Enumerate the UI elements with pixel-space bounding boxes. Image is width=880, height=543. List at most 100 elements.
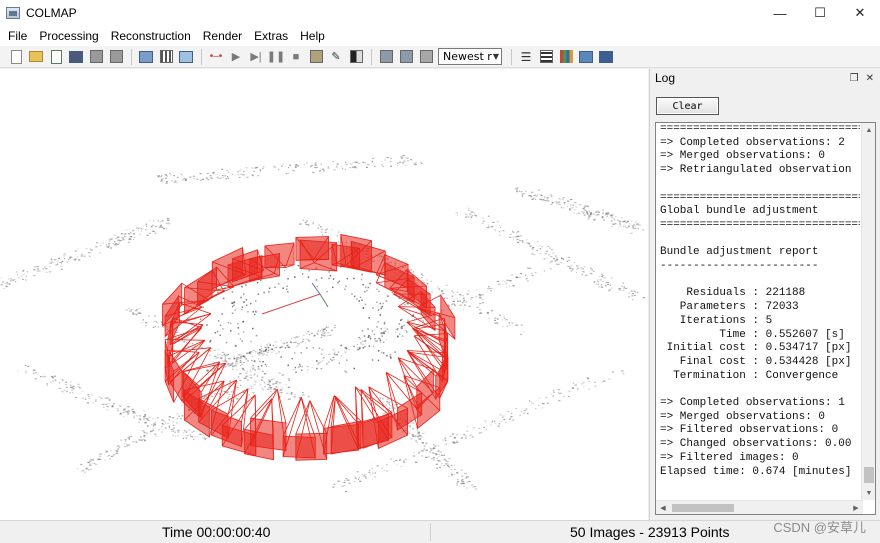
log-line: => Filtered images: 0 <box>660 451 799 464</box>
log-line: Elapsed time: 0.674 [minutes] <box>660 465 852 478</box>
log-line: Global bundle adjustment <box>660 205 819 218</box>
clear-button[interactable]: Clear <box>656 97 719 115</box>
log-line: Termination : Convergence <box>660 369 839 382</box>
close-icon: ✕ <box>854 5 866 20</box>
menu-file[interactable]: File <box>2 26 33 46</box>
window-title: COLMAP <box>26 6 77 20</box>
minimize-button[interactable]: — <box>760 0 800 26</box>
toolbar-separator <box>371 48 372 65</box>
log-line: Final cost : 0.534428 [px] <box>660 355 852 368</box>
minimize-icon: — <box>773 5 787 21</box>
log-line: Initial cost : 0.534717 [px] <box>660 342 852 355</box>
play-icon[interactable]: ▶ <box>228 49 244 65</box>
scroll-up-icon[interactable]: ▲ <box>862 123 875 137</box>
reconstruction-select-value: Newest r <box>443 50 492 63</box>
bundle-adjustment-icon[interactable]: ✎ <box>328 49 344 65</box>
model-viewer[interactable] <box>0 69 648 520</box>
scroll-thumb[interactable] <box>864 467 874 483</box>
dense-icon[interactable] <box>348 49 364 65</box>
reconstruction-select[interactable]: Newest r ▼ <box>438 48 502 65</box>
scene-center <box>261 282 329 315</box>
menu-render[interactable]: Render <box>197 26 248 46</box>
database-icon[interactable] <box>178 49 194 65</box>
scroll-thumb[interactable] <box>672 504 734 512</box>
camera-frustum <box>282 435 316 459</box>
window-controls: — ☐ ✕ <box>760 0 880 26</box>
camera-frustum <box>184 269 213 315</box>
feature-matching-icon[interactable] <box>158 49 174 65</box>
reset-icon[interactable]: ■ <box>288 49 304 65</box>
float-icon[interactable]: ❐ <box>850 73 859 84</box>
log-line: Iterations : 5 <box>660 314 773 327</box>
chevron-down-icon: ▼ <box>492 52 499 61</box>
match-matrix-icon[interactable] <box>538 49 554 65</box>
camera-frustum <box>350 240 386 276</box>
title-bar: COLMAP — ☐ ✕ <box>0 0 880 26</box>
import-icon[interactable] <box>88 49 104 65</box>
grab-image-icon[interactable] <box>418 49 434 65</box>
scroll-left-icon[interactable]: ◀ <box>656 501 670 514</box>
status-bar: Time 00:00:00:40 50 Images - 23913 Point… <box>0 520 880 543</box>
log-panel: Log ❐ ✕ Clear ==========================… <box>649 69 880 520</box>
log-line: => Filtered observations: 0 <box>660 424 839 437</box>
menu-extras[interactable]: Extras <box>248 26 294 46</box>
feature-extraction-icon[interactable] <box>138 49 154 65</box>
log-line: => Completed observations: 1 <box>660 397 845 410</box>
log-lines: ================================ => Compl… <box>660 123 860 479</box>
maximize-icon: ☐ <box>814 5 826 20</box>
status-image-point-count: 50 Images - 23913 Points <box>570 524 730 540</box>
reconstruction-stats-icon[interactable] <box>558 49 574 65</box>
new-project-icon[interactable] <box>8 49 24 65</box>
log-line: Parameters : 72033 <box>660 301 799 314</box>
render-icon[interactable] <box>378 49 394 65</box>
log-icon[interactable]: ☰ <box>518 49 534 65</box>
colmap-app-icon <box>6 7 20 19</box>
database-management-icon[interactable] <box>578 49 594 65</box>
pause-icon[interactable]: ❚❚ <box>267 49 285 65</box>
toolbar: •–• ▶ ▶| ❚❚ ■ ✎ Newest r ▼ ☰ <box>0 46 880 68</box>
maximize-button[interactable]: ☐ <box>800 0 840 26</box>
log-line: ================================ <box>660 191 860 204</box>
reconstruction-start-icon[interactable]: •–• <box>208 49 224 65</box>
scroll-down-icon[interactable]: ▼ <box>862 486 875 500</box>
log-line: Residuals : 221188 <box>660 287 806 300</box>
reconstruction-canvas[interactable] <box>0 69 648 520</box>
toolbar-separator <box>511 48 512 65</box>
log-line: => Merged observations: 0 <box>660 150 826 163</box>
log-line: ================================ <box>660 218 860 231</box>
log-title: Log <box>655 71 676 85</box>
settings-icon[interactable] <box>598 49 614 65</box>
step-icon[interactable]: ▶| <box>248 49 264 65</box>
watermark: CSDN @安草儿 <box>773 520 866 535</box>
options-icon[interactable] <box>308 49 324 65</box>
close-icon[interactable]: ✕ <box>866 73 874 84</box>
open-project-icon[interactable] <box>28 49 44 65</box>
log-header-buttons: ❐ ✕ <box>850 73 874 84</box>
render-options-icon[interactable] <box>398 49 414 65</box>
menu-reconstruction[interactable]: Reconstruction <box>105 26 197 46</box>
log-header: Log ❐ ✕ <box>650 69 880 87</box>
edit-project-icon[interactable] <box>48 49 64 65</box>
save-project-icon[interactable] <box>68 49 84 65</box>
status-separator <box>430 523 431 541</box>
log-horizontal-scrollbar[interactable]: ◀ ▶ <box>656 500 863 514</box>
log-vertical-scrollbar[interactable]: ▲ ▼ <box>861 123 875 500</box>
menu-help[interactable]: Help <box>294 26 331 46</box>
close-button[interactable]: ✕ <box>840 0 880 26</box>
log-line: => Retriangulated observation <box>660 164 852 177</box>
log-line: ------------------------ <box>660 260 819 273</box>
log-line: => Merged observations: 0 <box>660 410 826 423</box>
scroll-right-icon[interactable]: ▶ <box>849 501 863 514</box>
toolbar-separator <box>201 48 202 65</box>
menu-processing[interactable]: Processing <box>33 26 104 46</box>
log-text-area[interactable]: ================================ => Compl… <box>655 122 876 515</box>
log-line: Time : 0.552607 [s] <box>660 328 845 341</box>
menu-bar: File Processing Reconstruction Render Ex… <box>0 26 880 46</box>
log-line: Bundle adjustment report <box>660 246 819 259</box>
export-icon[interactable] <box>108 49 124 65</box>
toolbar-separator <box>131 48 132 65</box>
